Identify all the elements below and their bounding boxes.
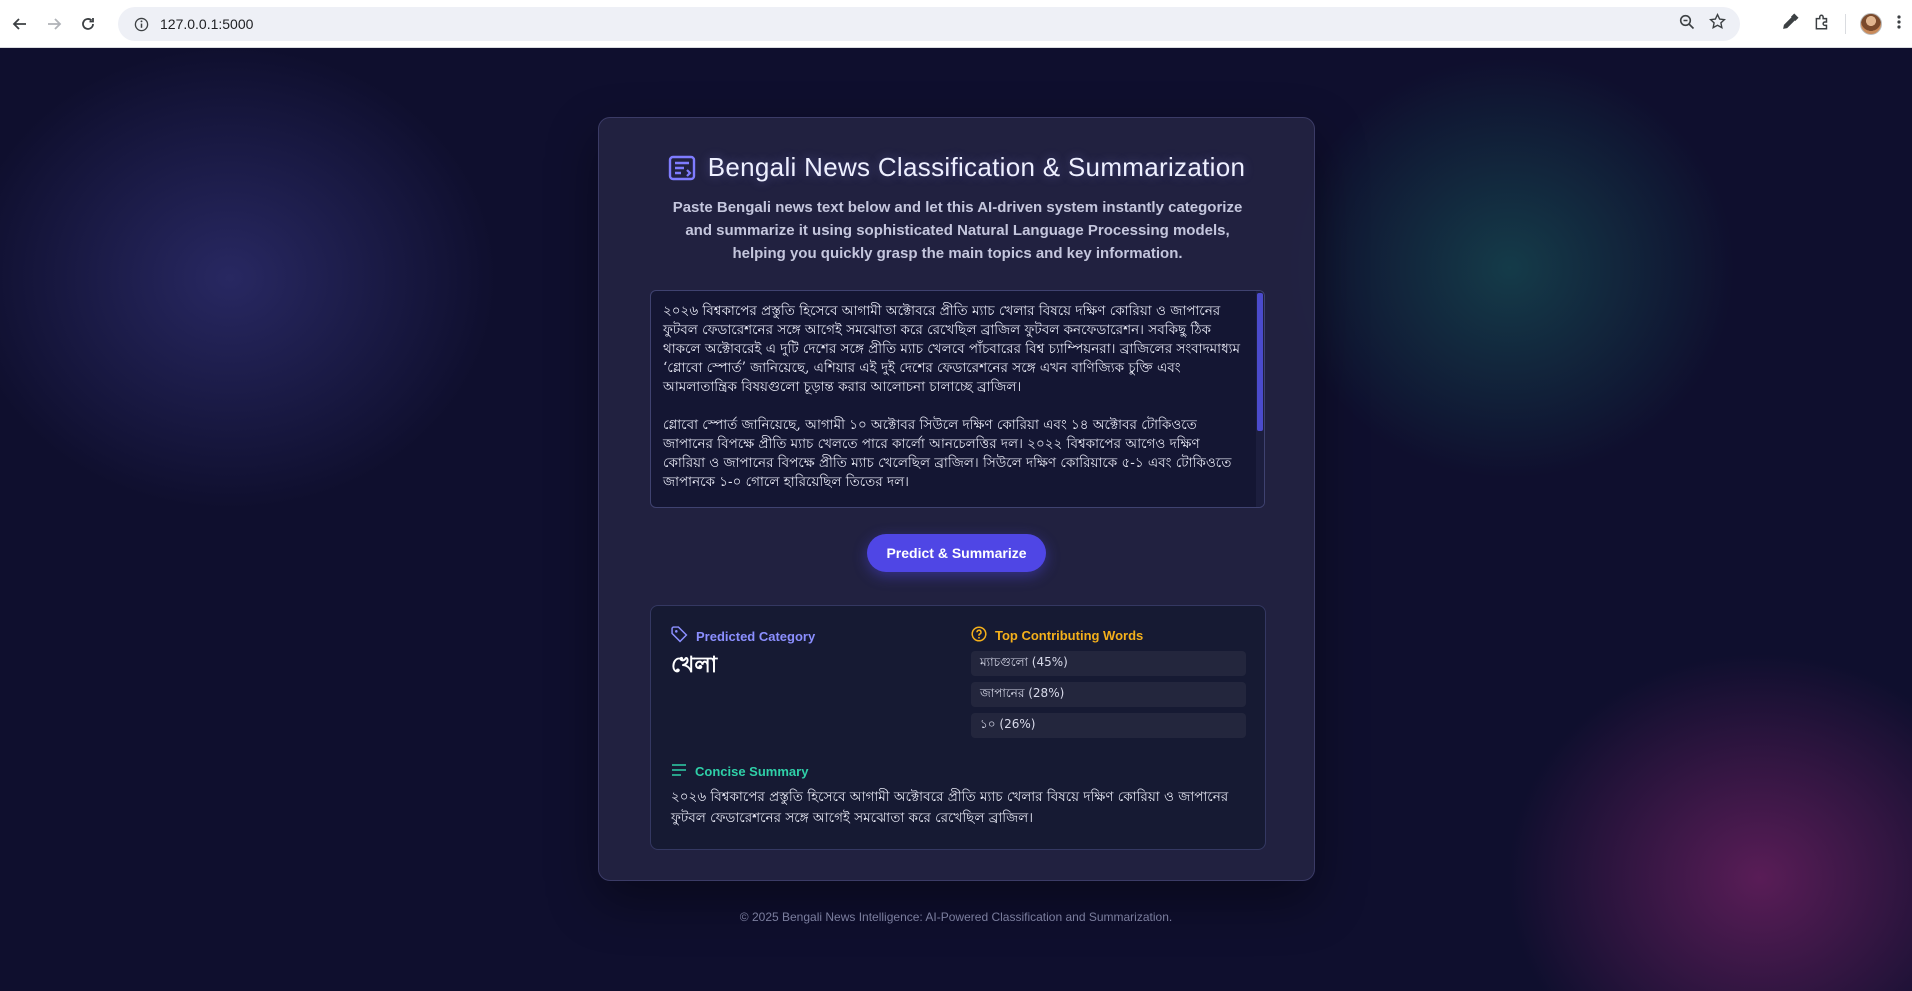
browser-toolbar: 127.0.0.1:5000 <box>0 0 1912 48</box>
eyedropper-icon[interactable] <box>1782 13 1799 35</box>
summary-heading: Concise Summary <box>671 763 808 780</box>
news-text-content[interactable]: ২০২৬ বিশ্বকাপের প্রস্তুতি হিসেবে আগামী অ… <box>663 302 1243 492</box>
toolbar-separator <box>1845 14 1846 34</box>
top-words-list: ম্যাচগুলো (45%) জাপানের (28%) ১০ (26%) <box>971 651 1246 744</box>
address-bar[interactable]: 127.0.0.1:5000 <box>118 7 1740 41</box>
menu-kebab-icon[interactable] <box>1896 14 1902 35</box>
tag-icon <box>671 626 688 646</box>
main-card: Bengali News Classification & Summarizat… <box>598 117 1315 881</box>
predicted-category-value: খেলা <box>671 652 718 678</box>
top-word-item: জাপানের (28%) <box>971 682 1246 707</box>
site-info-icon[interactable] <box>126 9 156 39</box>
lines-icon <box>671 763 687 780</box>
summary-label: Concise Summary <box>695 764 809 779</box>
forward-icon[interactable] <box>40 10 68 38</box>
summary-text: ২০২৬ বিশ্বকাপের প্রস্তুতি হিসেবে আগামী অ… <box>671 789 1229 826</box>
news-text-input[interactable]: ২০২৬ বিশ্বকাপের প্রস্তুতি হিসেবে আগামী অ… <box>650 290 1265 508</box>
news-text-scrollbar[interactable] <box>1256 291 1264 507</box>
top-word-item: ১০ (26%) <box>971 713 1246 738</box>
url-text[interactable]: 127.0.0.1:5000 <box>160 16 253 32</box>
zoom-icon[interactable] <box>1679 14 1695 35</box>
back-icon[interactable] <box>6 10 34 38</box>
page-subtitle: Paste Bengali news text below and let th… <box>672 199 1243 262</box>
extensions-icon[interactable] <box>1813 13 1831 36</box>
reload-icon[interactable] <box>74 10 102 38</box>
scrollbar-thumb[interactable] <box>1257 293 1263 431</box>
results-panel: Predicted Category খেলা Top Contributing… <box>650 605 1266 850</box>
page-background: Bengali News Classification & Summarizat… <box>0 48 1912 991</box>
question-circle-icon <box>971 626 987 645</box>
predict-summarize-button[interactable]: Predict & Summarize <box>867 534 1046 572</box>
bookmark-star-icon[interactable] <box>1709 12 1726 35</box>
top-words-heading: Top Contributing Words <box>971 626 1143 645</box>
top-words-label: Top Contributing Words <box>995 628 1144 643</box>
predicted-category-heading: Predicted Category <box>671 626 815 646</box>
page-header: Bengali News Classification & Summarizat… <box>599 152 1314 183</box>
top-word-item: ম্যাচগুলো (45%) <box>971 651 1246 676</box>
page-title: Bengali News Classification & Summarizat… <box>707 152 1246 182</box>
profile-avatar[interactable] <box>1860 13 1882 35</box>
predicted-category-label: Predicted Category <box>696 628 816 644</box>
footer-text: © 2025 Bengali News Intelligence: AI-Pow… <box>739 910 1173 924</box>
news-article-icon <box>668 155 696 181</box>
